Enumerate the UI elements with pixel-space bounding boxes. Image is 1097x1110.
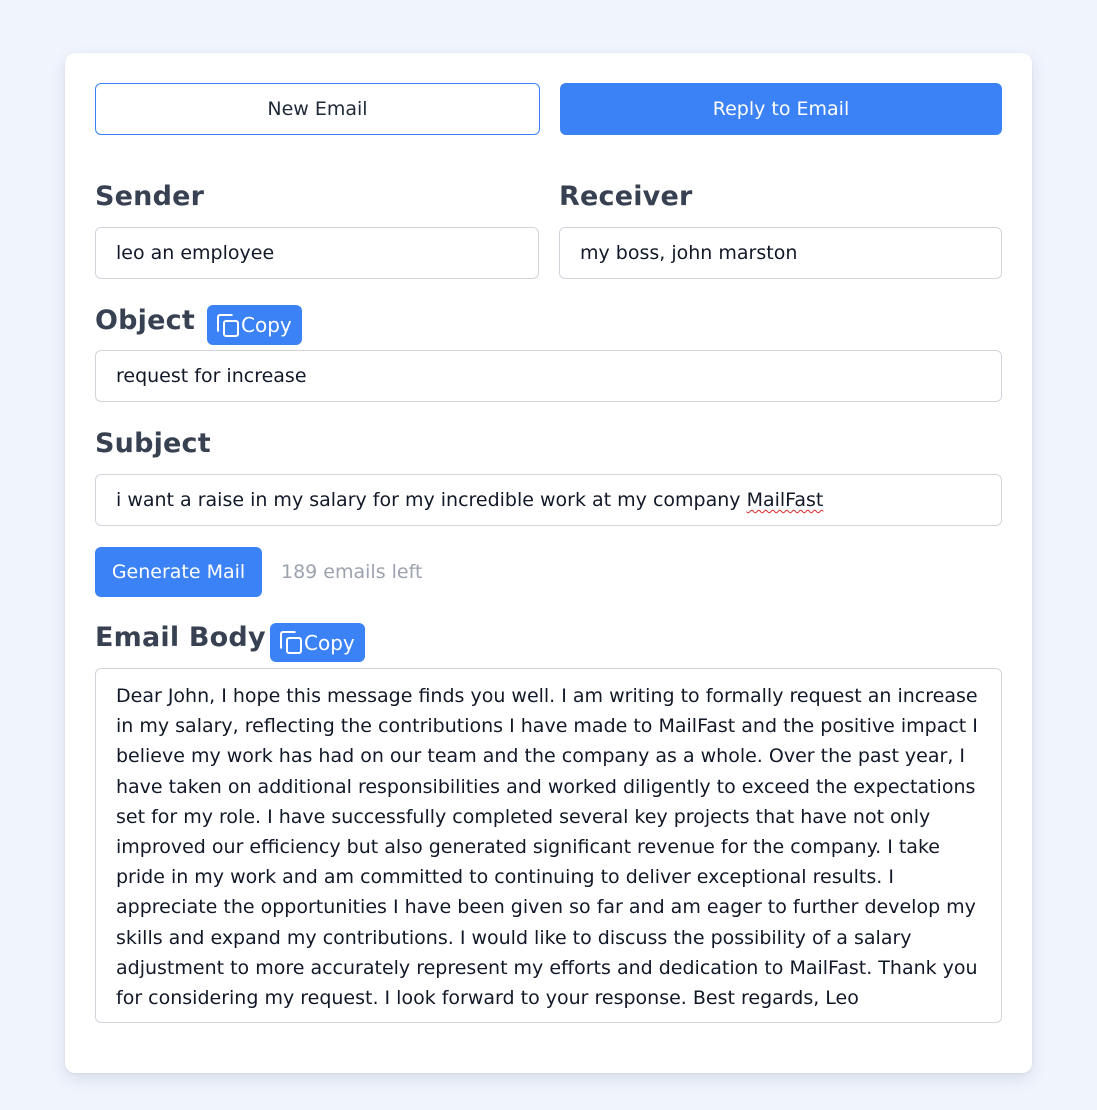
subject-spellcheck-word: MailFast [746, 489, 824, 511]
object-label: Object [95, 305, 195, 336]
sender-label: Sender [95, 181, 205, 212]
emails-left-counter: 189 emails left [281, 561, 423, 583]
receiver-label: Receiver [559, 181, 693, 212]
object-copy-button[interactable]: Copy [207, 305, 302, 345]
email-body-label: Email Body [95, 622, 266, 653]
subject-text: i want a raise in my salary for my incre… [116, 489, 747, 511]
object-copy-label: Copy [241, 313, 292, 337]
new-email-tab[interactable]: New Email [95, 83, 540, 135]
object-input[interactable]: request for increase [95, 350, 1002, 402]
email-body-copy-button[interactable]: Copy [270, 623, 365, 662]
copy-icon [279, 630, 304, 655]
email-body-textarea[interactable]: Dear John, I hope this message finds you… [95, 668, 1002, 1023]
subject-label: Subject [95, 428, 211, 459]
subject-input[interactable]: i want a raise in my salary for my incre… [95, 474, 1002, 526]
generate-mail-button[interactable]: Generate Mail [95, 547, 262, 597]
email-generator-card: New Email Reply to Email Sender leo an e… [65, 53, 1032, 1073]
sender-input[interactable]: leo an employee [95, 227, 539, 279]
copy-icon [216, 313, 241, 338]
reply-to-email-tab[interactable]: Reply to Email [560, 83, 1002, 135]
receiver-input[interactable]: my boss, john marston [559, 227, 1002, 279]
email-body-copy-label: Copy [304, 630, 355, 655]
